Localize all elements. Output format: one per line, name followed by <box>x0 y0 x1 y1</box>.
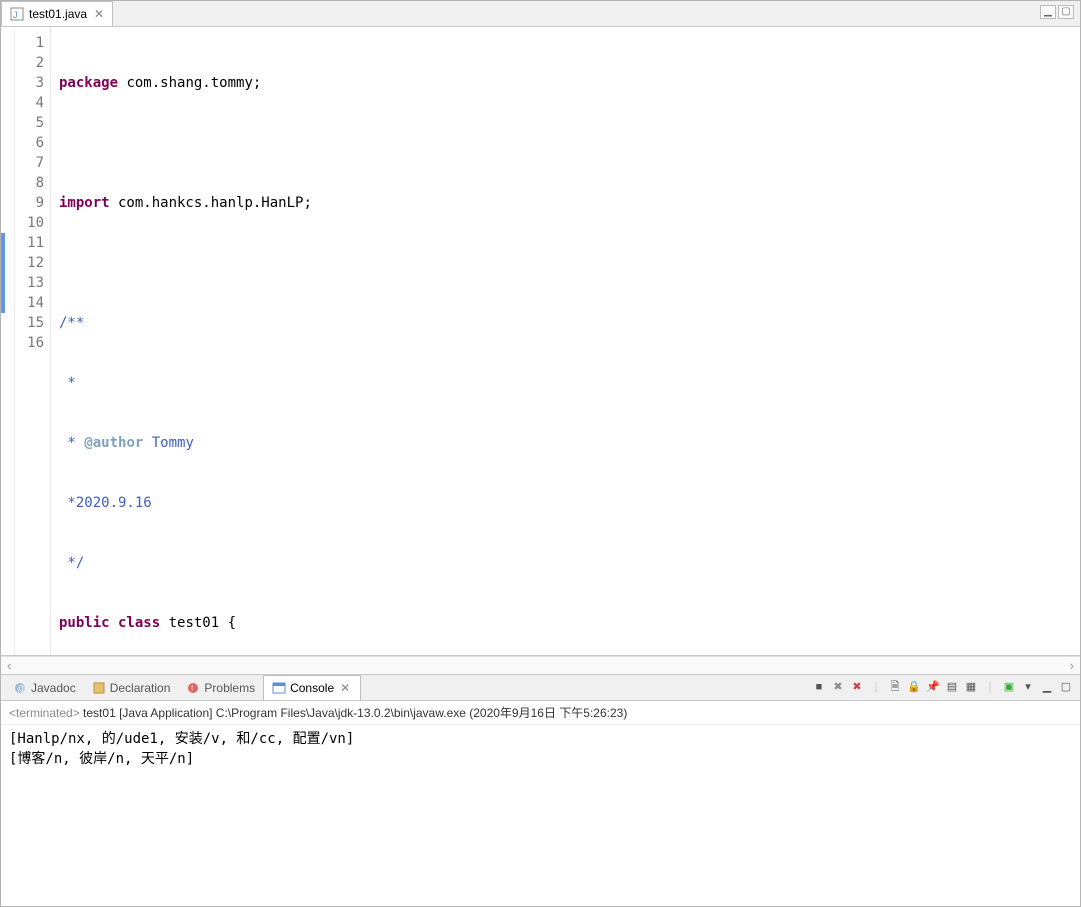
open-console-icon[interactable]: ▦ <box>963 679 979 695</box>
line-number: 10 <box>15 213 44 233</box>
tab-label: Problems <box>204 681 255 695</box>
horizontal-scrollbar[interactable]: ‹ › <box>1 656 1080 674</box>
minimize-icon[interactable]: ▁ <box>1040 5 1056 19</box>
comment: Tommy <box>143 435 194 451</box>
code-text: test01 { <box>160 615 236 631</box>
console-toolbar: ■ ✖ ✖ | 🗎 🔒 📌 ▤ ▦ | ▣ ▾ ▁ ▢ <box>811 679 1074 695</box>
display-console-icon[interactable]: ▤ <box>944 679 960 695</box>
change-marker <box>1 233 5 253</box>
maximize-icon[interactable]: ▢ <box>1058 679 1074 695</box>
line-number: 14 <box>15 293 44 313</box>
change-marker <box>1 253 5 273</box>
problems-icon: ! <box>186 681 200 695</box>
clear-console-icon[interactable]: 🗎 <box>887 679 903 695</box>
line-gutter: 1 2 3 4 5 6 7 8 9 10 11 12 13 14 15 16 <box>15 27 51 655</box>
change-marker <box>1 293 5 313</box>
console-icon <box>272 681 286 695</box>
editor-tab-label: test01.java <box>29 7 87 21</box>
minimize-icon[interactable]: ▁ <box>1039 679 1055 695</box>
tab-problems[interactable]: ! Problems <box>178 675 263 700</box>
javadoc-icon: @ <box>13 681 27 695</box>
comment: * <box>59 435 84 451</box>
comment: * <box>59 375 76 391</box>
comment: *2020.9.16 <box>59 495 152 511</box>
new-console-icon[interactable]: ▣ <box>1001 679 1017 695</box>
keyword: package <box>59 75 118 91</box>
output-line: [Hanlp/nx, 的/ude1, 安装/v, 和/cc, 配置/vn] <box>9 729 1072 749</box>
remove-launch-icon[interactable]: ✖ <box>830 679 846 695</box>
tab-console[interactable]: Console ✕ <box>263 675 361 700</box>
launch-info: test01 [Java Application] C:\Program Fil… <box>83 706 627 720</box>
line-number: 1 <box>15 33 44 53</box>
tab-label: Declaration <box>110 681 171 695</box>
line-number: 6 <box>15 133 44 153</box>
java-file-icon: J <box>10 7 24 21</box>
declaration-icon <box>92 681 106 695</box>
close-icon[interactable]: ✕ <box>92 7 106 21</box>
scroll-right-icon[interactable]: › <box>1070 658 1074 673</box>
console-dropdown-icon[interactable]: ▾ <box>1020 679 1036 695</box>
comment: /** <box>59 315 84 331</box>
tab-declaration[interactable]: Declaration <box>84 675 179 700</box>
editor-tab-test01[interactable]: J test01.java ✕ <box>1 1 113 26</box>
tab-label: Javadoc <box>31 681 76 695</box>
console-status: <terminated> test01 [Java Application] C… <box>1 701 1080 725</box>
svg-text:!: ! <box>191 684 193 693</box>
comment: */ <box>59 555 84 571</box>
keyword: public <box>59 615 110 631</box>
svg-text:J: J <box>13 10 18 20</box>
scroll-lock-icon[interactable]: 🔒 <box>906 679 922 695</box>
code-area[interactable]: package com.shang.tommy; import com.hank… <box>51 27 1080 655</box>
maximize-icon[interactable]: ▢ <box>1058 5 1074 19</box>
line-number: 11 <box>15 233 44 253</box>
line-number: 7 <box>15 153 44 173</box>
line-number: 2 <box>15 53 44 73</box>
line-number: 9 <box>15 193 44 213</box>
code-text: com.hankcs.hanlp.HanLP; <box>110 195 312 211</box>
editor-window-controls: ▁ ▢ <box>1040 5 1074 19</box>
marker-bar <box>1 27 15 655</box>
javadoc-tag: @author <box>84 435 143 451</box>
tab-javadoc[interactable]: @ Javadoc <box>5 675 84 700</box>
editor-tabbar: J test01.java ✕ ▁ ▢ <box>1 1 1080 27</box>
keyword: class <box>110 615 161 631</box>
pin-console-icon[interactable]: 📌 <box>925 679 941 695</box>
output-line: [博客/n, 彼岸/n, 天平/n] <box>9 749 1072 769</box>
line-number: 16 <box>15 333 44 353</box>
line-number: 4 <box>15 93 44 113</box>
line-number: 13 <box>15 273 44 293</box>
code-text: com.shang.tommy; <box>118 75 261 91</box>
terminated-label: <terminated> <box>9 706 83 720</box>
line-number: 5 <box>15 113 44 133</box>
code-editor[interactable]: 1 2 3 4 5 6 7 8 9 10 11 12 13 14 15 16 p… <box>1 27 1080 656</box>
bottom-panel: @Javadoc Declaration !Problems Console✕ … <box>1 674 1080 906</box>
svg-text:@: @ <box>17 684 25 693</box>
keyword: import <box>59 195 110 211</box>
close-icon[interactable]: ✕ <box>338 681 352 695</box>
console-output[interactable]: [Hanlp/nx, 的/ude1, 安装/v, 和/cc, 配置/vn][博客… <box>1 725 1080 906</box>
line-number: 8 <box>15 173 44 193</box>
line-number: 3 <box>15 73 44 93</box>
bottom-tabbar: @Javadoc Declaration !Problems Console✕ … <box>1 675 1080 701</box>
line-number: 15 <box>15 313 44 333</box>
scroll-left-icon[interactable]: ‹ <box>7 658 11 673</box>
stop-icon[interactable]: ■ <box>811 679 827 695</box>
tab-label: Console <box>290 681 334 695</box>
change-marker <box>1 273 5 293</box>
remove-all-icon[interactable]: ✖ <box>849 679 865 695</box>
line-number: 12 <box>15 253 44 273</box>
